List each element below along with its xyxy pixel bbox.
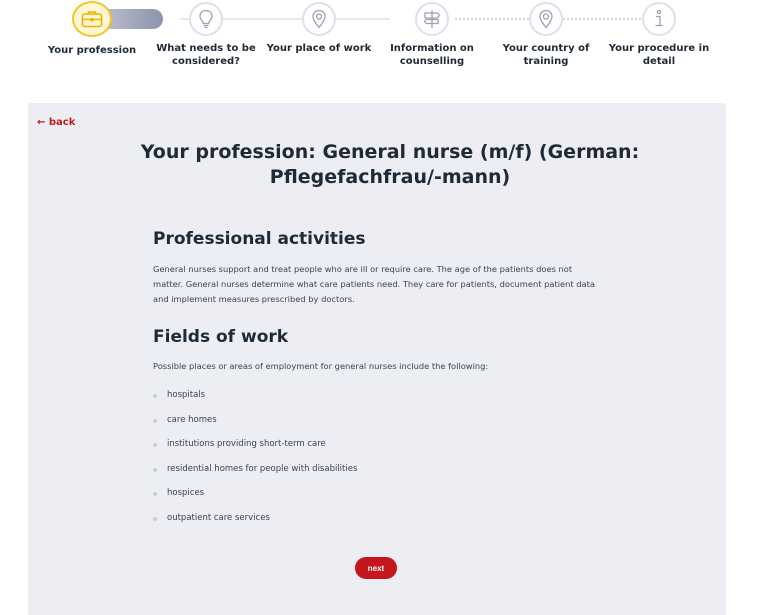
briefcase-icon [72,1,112,37]
step-label: Information on counselling [390,43,474,67]
list-item: outpatient care services [153,506,553,531]
list-item: hospices [153,481,553,506]
back-link[interactable]: ← back [37,117,75,128]
section-heading-fields-of-work: Fields of work [153,327,289,347]
step-your-country-of-training[interactable]: Your country of training [491,0,601,68]
step-information-on-counselling[interactable]: Information on counselling [377,0,487,68]
bullet-icon [153,418,157,423]
bullet-icon [153,443,157,448]
bullet-icon [153,394,157,398]
list-item-label: institutions providing short-term care [167,439,326,450]
page-title: Your profession: General nurse (m/f) (Ge… [140,141,640,188]
list-item: institutions providing short-term care [153,432,553,457]
fields-of-work-list: hospitals care homes institutions provid… [153,383,553,531]
list-item: care homes [153,408,553,433]
list-item: hospitals [153,383,553,408]
signpost-icon [415,2,449,36]
location-pin-icon [302,2,336,36]
section-text-fields-of-work: Possible places or areas of employment f… [153,361,489,371]
step-label: Your country of training [502,43,590,67]
lightbulb-icon [189,2,223,36]
step-label: Your procedure in detail [608,43,710,67]
list-item-label: hospices [167,488,205,499]
step-label: Your profession [47,45,137,56]
list-item-label: outpatient care services [167,512,270,523]
step-your-procedure-in-detail[interactable]: Your procedure in detail [604,0,714,68]
info-icon [642,2,676,36]
section-text-professional-activities: General nurses support and treat people … [153,264,595,304]
bullet-icon [153,492,157,497]
bullet-icon [153,516,157,521]
location-pin-icon [529,2,563,36]
step-what-needs-to-be-considered[interactable]: What needs to be considered? [151,0,261,68]
step-label: Your place of work [266,43,372,54]
list-item: residential homes for people with disabi… [153,457,553,482]
section-heading-professional-activities: Professional activities [153,229,366,249]
next-button[interactable]: next [355,557,397,579]
progress-stepper: Your profession What needs to be conside… [0,0,768,100]
step-your-profession[interactable]: Your profession [37,0,147,57]
list-item-label: residential homes for people with disabi… [167,463,358,474]
step-your-place-of-work[interactable]: Your place of work [264,0,374,55]
list-item-label: care homes [167,414,217,425]
list-item-label: hospitals [167,390,206,400]
bullet-icon [153,467,157,472]
step-label: What needs to be considered? [156,43,256,67]
